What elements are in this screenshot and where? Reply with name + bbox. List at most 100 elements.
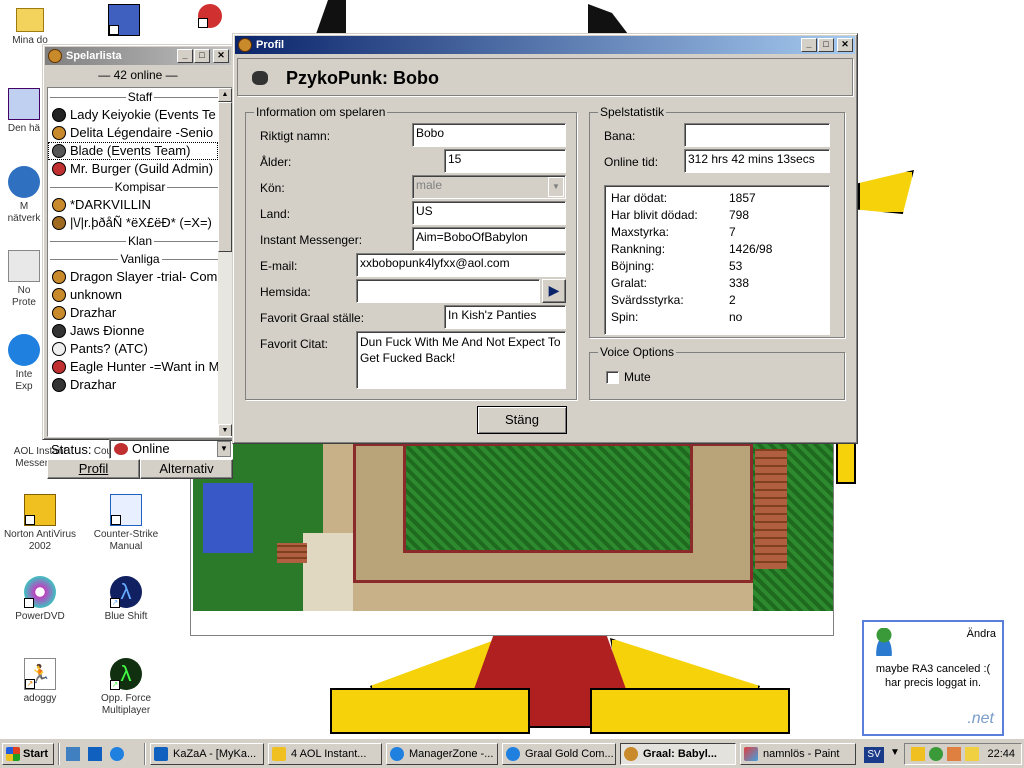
task-paint[interactable]: namnlös - Paint — [740, 743, 856, 765]
group-header-vanliga: Vanliga — [48, 250, 232, 268]
ie-doc-icon: ↗ — [110, 494, 142, 526]
playerlist-titlebar[interactable]: Spelarlista _ □ ✕ — [45, 47, 231, 65]
country-field[interactable]: US — [412, 201, 566, 225]
status-select[interactable]: Online ▼ — [109, 439, 233, 459]
desktop-icon-opposing-force[interactable]: λ ↗ Opp. Force Multiplayer — [86, 658, 166, 717]
minimize-button[interactable]: _ — [177, 49, 193, 63]
player-row-selected[interactable]: Blade (Events Team) — [48, 142, 218, 160]
player-listbox[interactable]: Staff Lady Keiyokie (Events Te Delita Lé… — [47, 87, 233, 437]
homepage-field[interactable] — [356, 279, 540, 303]
network-tray-icon[interactable] — [965, 747, 979, 761]
scroll-down-button[interactable]: ▼ — [218, 424, 232, 436]
clock[interactable]: 22:44 — [987, 748, 1015, 760]
zip-icon: ↗ — [108, 4, 140, 36]
fav-quote-field[interactable]: Dun Fuck With Me And Not Expect To Get F… — [356, 331, 566, 389]
volume-tray-icon[interactable] — [947, 747, 961, 761]
player-row[interactable]: unknown — [48, 286, 232, 304]
online-time-field[interactable]: 312 hrs 42 mins 13secs — [684, 149, 830, 173]
start-button[interactable]: Start — [2, 743, 54, 765]
task-aol-instant[interactable]: 4 AOL Instant... — [268, 743, 382, 765]
change-link[interactable]: Ändra — [967, 628, 996, 640]
player-row[interactable]: Delita Légendaire -Senio — [48, 124, 232, 142]
player-row[interactable]: Eagle Hunter -=Want in M — [48, 358, 232, 376]
name-field[interactable]: Bobo — [412, 123, 566, 147]
desktop-icon-zip[interactable]: ↗ — [84, 4, 164, 39]
close-button[interactable]: ✕ — [837, 38, 853, 52]
profile-window[interactable]: Profil _ □ ✕ PzykoPunk: Bobo Information… — [232, 33, 858, 444]
player-avatar-icon — [52, 360, 66, 374]
halflife-icon: λ ↗ — [110, 576, 142, 608]
online-time-label: Online tid: — [604, 155, 659, 169]
messenger-person-icon — [872, 628, 896, 656]
language-arrow-icon[interactable]: ▼ — [890, 747, 900, 758]
show-desktop-icon[interactable] — [66, 747, 80, 761]
desktop-icon-cs-manual[interactable]: ↗ Counter-Strike Manual — [86, 494, 166, 553]
stats-group: Spelstatistik Bana: Online tid: 312 hrs … — [589, 105, 845, 338]
task-graal-gold[interactable]: Graal Gold Com... — [502, 743, 616, 765]
maximize-button[interactable]: □ — [194, 49, 210, 63]
fav-quote-label: Favorit Citat: — [260, 337, 329, 351]
im-field[interactable]: Aim=BoboOfBabylon — [412, 227, 566, 251]
close-profile-button[interactable]: Stäng — [477, 406, 567, 434]
chevron-down-icon[interactable]: ▼ — [548, 177, 564, 197]
ie-icon — [506, 747, 520, 761]
homepage-go-button[interactable]: ▶ — [542, 279, 566, 303]
runner-icon: 🏃 ↗ — [24, 658, 56, 690]
desktop-icon-adoggy[interactable]: 🏃 ↗ adoggy — [0, 658, 80, 705]
profile-titlebar[interactable]: Profil _ □ ✕ — [235, 36, 855, 54]
player-list-scrollbar[interactable]: ▲ ▼ — [218, 88, 232, 436]
player-row[interactable]: Drazhar — [48, 376, 232, 394]
playerlist-window[interactable]: Spelarlista _ □ ✕ — 42 online — Staff La… — [42, 44, 234, 479]
desktop-icon-shortcut[interactable]: ↗ — [170, 4, 250, 31]
task-managerzone[interactable]: ManagerZone -... — [386, 743, 498, 765]
task-graal-babylon[interactable]: Graal: Babyl... — [620, 743, 736, 765]
game-viewport[interactable] — [190, 440, 834, 636]
playerlist-title: Spelarlista — [66, 50, 122, 62]
player-row[interactable]: Dragon Slayer -trial- Com — [48, 268, 232, 286]
mute-label[interactable]: Mute — [624, 370, 651, 384]
close-button[interactable]: ✕ — [213, 49, 229, 63]
wallpaper-shape — [316, 0, 346, 34]
notification-balloon[interactable]: Ändra maybe RA3 canceled :( har precis l… — [862, 620, 1004, 736]
chevron-down-icon[interactable]: ▼ — [217, 441, 231, 457]
homepage-label: Hemsida: — [260, 285, 311, 299]
profil-button[interactable]: Profil — [47, 459, 140, 479]
aim-tray-icon[interactable] — [911, 747, 925, 761]
desktop-icon-my-documents[interactable]: Mina do — [0, 4, 70, 47]
language-indicator[interactable]: SV — [864, 747, 884, 763]
ie-quick-icon[interactable] — [110, 747, 124, 761]
desktop-icon-blue-shift[interactable]: λ ↗ Blue Shift — [86, 576, 166, 623]
alternativ-button[interactable]: Alternativ — [140, 459, 233, 479]
email-field[interactable]: xxbobopunk4lyfxx@aol.com — [356, 253, 566, 277]
player-row[interactable]: Mr. Burger (Guild Admin) — [48, 160, 232, 178]
player-row[interactable]: |\/|r.þðåÑ *ëX£ëÐ* (=X=) — [48, 214, 232, 232]
fav-place-field[interactable]: In Kish'z Panties — [444, 305, 566, 329]
scroll-up-button[interactable]: ▲ — [218, 88, 232, 102]
maximize-button[interactable]: □ — [818, 38, 834, 52]
profile-header-panel: PzykoPunk: Bobo — [237, 58, 853, 96]
player-row[interactable]: Pants? (ATC) — [48, 340, 232, 358]
mute-checkbox[interactable] — [606, 371, 619, 384]
voice-legend: Voice Options — [598, 345, 677, 359]
age-field[interactable]: 15 — [444, 149, 566, 173]
gender-select[interactable]: male ▼ — [412, 175, 566, 199]
desktop-icon-norton-av[interactable]: ↗ Norton AntiVirus 2002 — [0, 494, 80, 553]
minimize-button[interactable]: _ — [801, 38, 817, 52]
player-row[interactable]: Jaws Ðionne — [48, 322, 232, 340]
notification-message: maybe RA3 canceled :( har precis loggat … — [875, 663, 991, 689]
player-row[interactable]: Drazhar — [48, 304, 232, 322]
profile-heading: PzykoPunk: Bobo — [286, 68, 440, 88]
scroll-thumb[interactable] — [218, 102, 232, 252]
kazaa-quick-icon[interactable] — [88, 747, 102, 761]
desktop-icon-powerdvd[interactable]: ↗ PowerDVD — [0, 576, 80, 623]
game-map[interactable] — [193, 443, 833, 611]
messenger-tray-icon[interactable] — [929, 747, 943, 761]
task-kazaa[interactable]: KaZaA - [MyKa... — [150, 743, 264, 765]
player-row[interactable]: Lady Keiyokie (Events Te — [48, 106, 232, 124]
player-row[interactable]: *DARKVILLIN — [48, 196, 232, 214]
ie-icon — [8, 334, 40, 366]
player-avatar-icon — [52, 378, 66, 392]
stat-row: Spin: no — [611, 310, 743, 324]
halflife-green-icon: λ ↗ — [110, 658, 142, 690]
bana-field[interactable] — [684, 123, 830, 147]
